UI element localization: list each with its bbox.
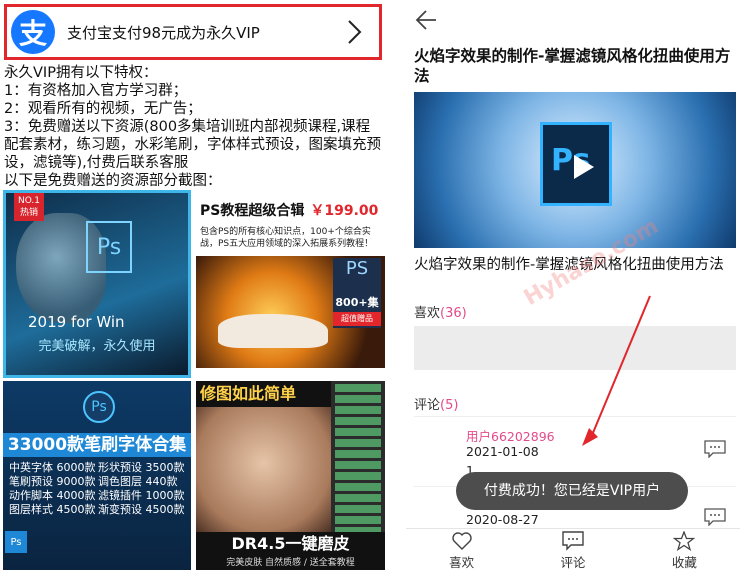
tab-label: 收藏 <box>671 554 697 570</box>
plugin-panel-graphic <box>331 381 385 535</box>
reply-icon[interactable] <box>704 440 726 458</box>
vip-benefits-text: 永久VIP拥有以下特权： 1：有资格加入官方学习群； 2：观看所有的视频，无广告… <box>4 64 384 190</box>
promo-tile-course: PS教程超级合辑 ￥199.00 包含PS的所有核心知识点，100+个综合实战，P… <box>196 190 385 254</box>
product-subtitle: 完美皮肤 自然质感 / 送全套教程 <box>196 556 385 570</box>
tile-subtitle: 完美破解，永久使用 <box>38 339 156 354</box>
screenshot: 支 支付宝支付98元成为永久VIP 永久VIP拥有以下特权： 1：有资格加入官方… <box>0 0 740 572</box>
tab-like[interactable]: 喜欢 <box>406 529 517 572</box>
video-title: 火焰字效果的制作-掌握滤镜风格化扭曲使用方法 <box>414 47 731 85</box>
benefit-line: 3：免费赠送以下资源(800多集培训班内部视频课程,课程配套素材，练习题，水彩笔… <box>4 119 381 171</box>
promo-tile-fire-car: PS 800+集 超值赠品 <box>196 256 385 368</box>
comments-count: (5) <box>440 398 459 413</box>
vip-purchase-panel: 支 支付宝支付98元成为永久VIP 永久VIP拥有以下特权： 1：有资格加入官方… <box>0 0 388 572</box>
brush-headline: 33000款笔刷字体合集 <box>3 433 191 457</box>
portrait-graphic <box>196 407 331 532</box>
pay-banner-text: 支付宝支付98元成为永久VIP <box>67 23 260 42</box>
gift-label: 超值赠品 <box>333 312 381 326</box>
episode-count: 800+集 <box>335 296 379 309</box>
alipay-pay-button[interactable]: 支 支付宝支付98元成为永久VIP <box>4 4 382 60</box>
tab-label: 评论 <box>560 554 586 570</box>
brush-item: 中英字体 6000款 <box>9 461 96 474</box>
comment-icon <box>562 530 584 551</box>
play-icon <box>574 155 594 179</box>
car-graphic <box>218 314 328 348</box>
alipay-logo-icon: 支 <box>11 10 55 54</box>
course-title: PS教程超级合辑 <box>200 203 305 219</box>
comment-date: 2021-01-08 <box>466 444 539 459</box>
benefit-line: 永久VIP拥有以下特权： <box>4 65 158 81</box>
brush-item: 形状预设 3500款 <box>98 461 185 474</box>
ps-box-graphic: PS 800+集 超值赠品 <box>333 258 381 328</box>
likes-count: (36) <box>440 306 467 321</box>
video-detail-panel: 火焰字效果的制作-掌握滤镜风格化扭曲使用方法 Ps 火焰字效果的制作-掌握滤镜风… <box>406 0 740 572</box>
ps-logo-icon: Ps <box>5 531 27 553</box>
comment-date: 2020-08-27 <box>466 512 539 527</box>
likes-header: 喜欢(36) <box>414 306 467 321</box>
promo-tile-ps2019: NO.1 热销 Ps 2019 for Win 完美破解，永久使用 <box>3 190 191 378</box>
promo-tile-retouch: 修图如此简单 DR4.5一键磨皮 完美皮肤 自然质感 / 送全套教程 <box>196 381 385 570</box>
video-description: 火焰字效果的制作-掌握滤镜风格化扭曲使用方法 <box>414 257 724 273</box>
retouch-headline: 修图如此简单 <box>196 381 331 407</box>
ps-logo-icon: PS <box>345 258 369 279</box>
brush-item: 图层样式 4500款 <box>9 503 96 516</box>
version-text: 2019 for Win <box>28 313 125 331</box>
comments-header: 评论(5) <box>414 398 459 413</box>
promo-image-grid: NO.1 热销 Ps 2019 for Win 完美破解，永久使用 PS教程超级… <box>3 190 385 570</box>
promo-tile-brushes: Ps 33000款笔刷字体合集 中英字体 6000款 形状预设 3500款 笔刷… <box>3 381 191 570</box>
star-icon <box>673 530 696 551</box>
brush-item: 动作脚本 4000款 <box>9 489 96 502</box>
heart-icon <box>451 531 472 550</box>
divider <box>414 416 736 417</box>
chevron-right-icon <box>348 20 362 44</box>
likes-area <box>414 326 736 370</box>
course-desc: 包含PS的所有核心知识点，100+个综合实战，PS五大应用领域的深入拓展系列教程… <box>200 227 374 249</box>
hot-badge: NO.1 热销 <box>14 193 44 221</box>
video-thumbnail[interactable]: Ps <box>414 92 736 248</box>
ps-logo-icon: Ps <box>83 391 115 423</box>
brush-list: 中英字体 6000款 形状预设 3500款 笔刷预设 9000款 调色图层 44… <box>9 461 187 517</box>
success-toast: 付费成功！您已经是VIP用户 <box>456 472 688 510</box>
product-name: DR4.5一键磨皮 <box>196 532 385 556</box>
comment-username[interactable]: 用户66202896 <box>466 426 555 445</box>
bottom-tab-bar: 喜欢 评论 收藏 <box>406 528 740 572</box>
ps-logo-icon: Ps <box>86 221 132 273</box>
tab-label: 喜欢 <box>449 554 475 570</box>
brush-item: 笔刷预设 9000款 <box>9 475 96 488</box>
back-arrow-icon[interactable] <box>414 8 438 32</box>
brush-item: 渐变预设 4500款 <box>98 503 185 516</box>
brush-item: 滤镜插件 1000款 <box>98 489 185 502</box>
benefit-line: 2：观看所有的视频，无广告； <box>4 101 202 117</box>
tab-comment[interactable]: 评论 <box>517 529 628 572</box>
tab-favorite[interactable]: 收藏 <box>629 529 740 572</box>
reply-icon[interactable] <box>704 508 726 526</box>
brush-item: 调色图层 440款 <box>98 475 178 488</box>
ps-logo-icon: Ps <box>540 122 612 206</box>
course-price: ￥199.00 <box>310 203 379 219</box>
benefit-line: 以下是免费赠送的资源部分截图： <box>4 173 222 189</box>
benefit-line: 1：有资格加入官方学习群； <box>4 83 188 99</box>
